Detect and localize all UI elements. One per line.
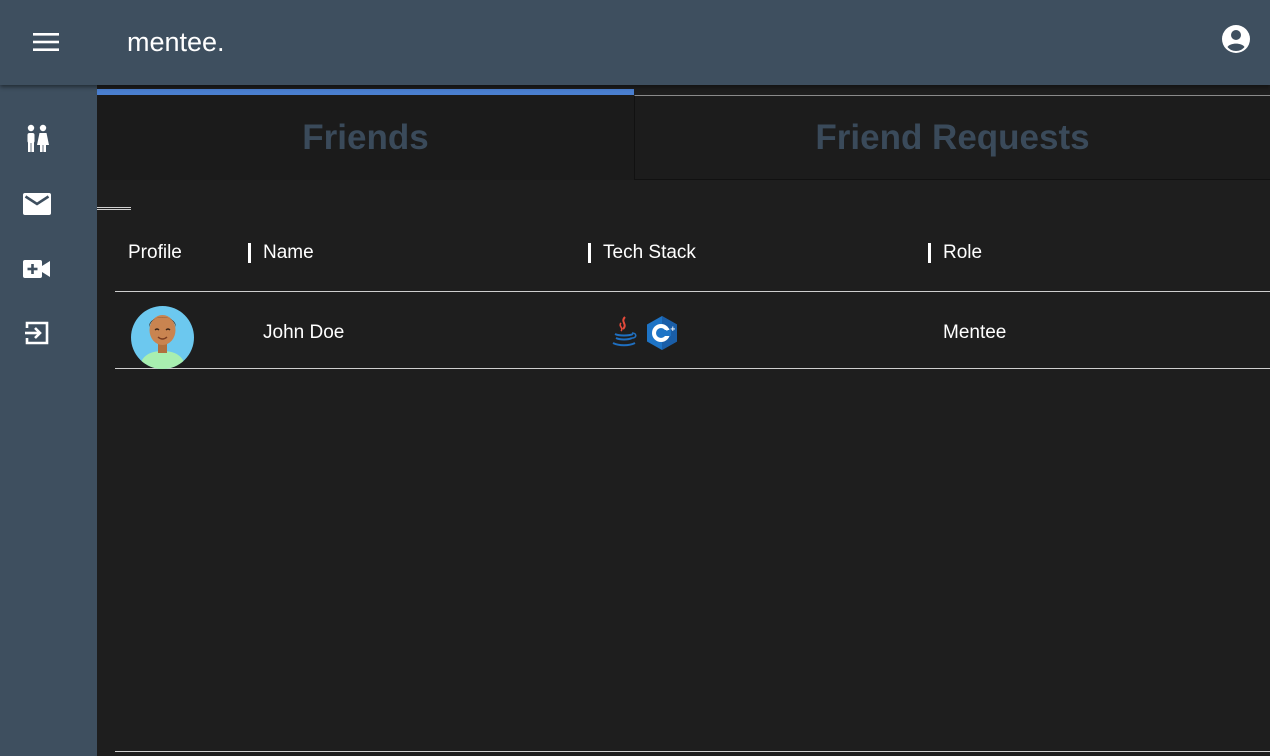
column-header-profile[interactable]: Profile [128, 243, 182, 263]
tab-friends[interactable]: Friends [97, 95, 634, 180]
active-tab-indicator [97, 89, 634, 95]
sidebar [0, 85, 97, 756]
people-icon[interactable] [20, 122, 54, 156]
column-separator[interactable] [928, 243, 931, 263]
divider-mark [97, 207, 131, 210]
table-row[interactable]: John Doe ++ Mentee [115, 292, 1270, 369]
hamburger-menu-icon[interactable] [28, 26, 64, 58]
column-header-tech-stack[interactable]: Tech Stack [603, 243, 696, 263]
table-bottom-border [115, 751, 1270, 752]
avatar-icon [131, 306, 194, 369]
column-separator[interactable] [248, 243, 251, 263]
cplusplus-icon: ++ [645, 315, 679, 357]
table-header: Profile Name Tech Stack Role [115, 235, 1270, 292]
java-icon [609, 315, 639, 355]
video-call-icon[interactable] [20, 252, 54, 286]
app-title: mentee. [127, 27, 225, 57]
column-separator[interactable] [588, 243, 591, 263]
svg-text:++: ++ [664, 325, 676, 333]
top-app-bar: mentee. [0, 0, 1270, 85]
friend-role: Mentee [943, 322, 1007, 343]
main-content: Friends Friend Requests Profile Name Tec… [97, 85, 1270, 756]
tab-friend-requests[interactable]: Friend Requests [634, 95, 1270, 180]
tab-friend-requests-label: Friend Requests [815, 117, 1090, 157]
friend-name: John Doe [263, 322, 345, 343]
column-header-role[interactable]: Role [943, 243, 982, 263]
tab-friends-label: Friends [302, 117, 429, 157]
logout-icon[interactable] [20, 316, 54, 350]
column-header-name[interactable]: Name [263, 243, 314, 263]
mail-icon[interactable] [20, 187, 54, 221]
account-circle-icon[interactable] [1220, 23, 1252, 55]
